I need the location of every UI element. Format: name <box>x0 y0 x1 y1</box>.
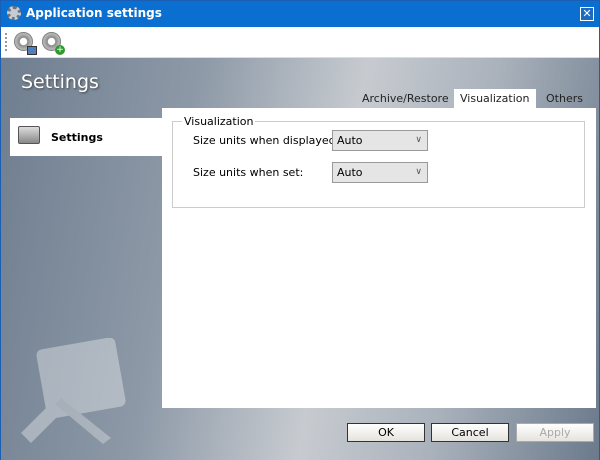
tools-watermark-icon <box>21 338 126 444</box>
chevron-down-icon: ∨ <box>415 167 422 177</box>
save-settings-button[interactable] <box>13 31 37 55</box>
apply-button[interactable]: Apply <box>516 423 594 442</box>
gear-icon <box>7 6 21 20</box>
ok-button[interactable]: OK <box>347 423 425 442</box>
visualization-group: Visualization Size units when displayed:… <box>172 115 585 208</box>
tab-others[interactable]: Others <box>540 89 589 108</box>
add-badge-icon: + <box>55 45 65 55</box>
tab-visualization[interactable]: Visualization <box>454 89 536 108</box>
size-units-set-select[interactable]: Auto ∨ <box>332 162 428 183</box>
briefcase-icon <box>18 126 40 144</box>
sidebar-item-settings[interactable]: Settings <box>10 118 163 156</box>
size-units-displayed-label: Size units when displayed: <box>193 134 340 147</box>
size-units-set-label: Size units when set: <box>193 166 304 179</box>
sidebar-item-label: Settings <box>51 131 103 144</box>
add-settings-button[interactable]: + <box>41 31 65 55</box>
tab-archive-restore[interactable]: Archive/Restore <box>356 89 455 108</box>
tab-content-panel: Visualization Size units when displayed:… <box>162 108 596 408</box>
size-units-displayed-select[interactable]: Auto ∨ <box>332 130 428 151</box>
title-bar: Application settings ✕ <box>1 1 599 27</box>
window-title: Application settings <box>26 6 162 20</box>
save-badge-icon <box>27 46 37 55</box>
toolbar-grip[interactable] <box>5 33 7 51</box>
chevron-down-icon: ∨ <box>415 135 422 145</box>
application-settings-window: Application settings ✕ + Settings Settin… <box>0 0 600 460</box>
cancel-button[interactable]: Cancel <box>431 423 509 442</box>
group-title: Visualization <box>182 115 256 128</box>
sidebar-heading: Settings <box>21 71 99 93</box>
select-value: Auto <box>337 166 363 179</box>
select-value: Auto <box>337 134 363 147</box>
toolbar: + <box>1 27 599 58</box>
close-button[interactable]: ✕ <box>580 7 594 21</box>
